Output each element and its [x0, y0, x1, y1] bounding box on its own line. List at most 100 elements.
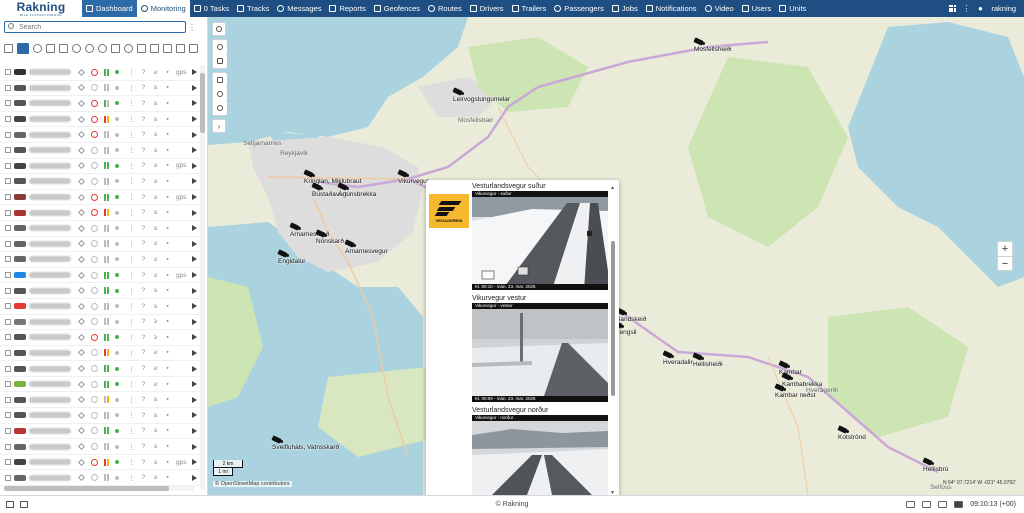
unit-info-icon[interactable]: ? [140, 396, 147, 403]
nav-geofence[interactable]: Geofences [370, 0, 424, 17]
unit-row[interactable]: ⋮? ≥ ▪ gps [0, 65, 200, 81]
unit-command-icon[interactable]: ≥ [152, 194, 159, 201]
unit-play-icon[interactable] [192, 147, 197, 154]
unit-checkbox[interactable] [5, 131, 11, 138]
unit-play-icon[interactable] [192, 131, 197, 138]
unit-state-icon[interactable] [77, 255, 86, 263]
refresh-icon[interactable] [33, 43, 42, 53]
unit-report-icon[interactable]: ▪ [164, 162, 171, 169]
unit-play-icon[interactable] [192, 100, 197, 107]
unit-command-icon[interactable]: ≥ [152, 256, 159, 263]
camera-marker[interactable]: Kotströnd [837, 425, 866, 441]
unit-report-icon[interactable]: ▪ [164, 303, 171, 310]
unit-row[interactable]: ⋮? ≥ ▪ [0, 112, 200, 128]
nav-check-circle[interactable]: 0 Tasks [190, 0, 233, 17]
state-icon[interactable] [72, 43, 81, 53]
unit-checkbox[interactable] [5, 240, 11, 247]
settings-icon[interactable] [189, 43, 198, 53]
unit-checkbox[interactable] [5, 427, 11, 434]
unit-report-icon[interactable]: ▪ [164, 412, 171, 419]
search-options-icon[interactable]: ⋮ [186, 23, 198, 32]
unit-checkbox[interactable] [5, 459, 11, 466]
unit-row[interactable]: ⋮? ≥ ▪ [0, 408, 200, 424]
unit-command-icon[interactable]: ≥ [152, 84, 159, 91]
camera-marker[interactable]: Hellisheiði [692, 352, 723, 368]
unit-state-icon[interactable] [77, 162, 86, 170]
unit-block-icon[interactable] [91, 302, 98, 310]
unit-info-icon[interactable]: ? [140, 365, 147, 372]
unit-list-horizontal-scrollbar[interactable] [4, 486, 194, 491]
unit-checkbox[interactable] [5, 303, 11, 310]
scroll-up-icon[interactable]: ▲ [610, 185, 615, 191]
unit-info-icon[interactable]: ? [140, 209, 147, 216]
unit-block-icon[interactable] [91, 146, 98, 154]
unit-report-icon[interactable]: ▪ [164, 69, 171, 76]
unit-report-icon[interactable]: ▪ [164, 84, 171, 91]
unit-checkbox[interactable] [5, 194, 11, 201]
unit-checkbox[interactable] [5, 443, 11, 450]
unit-block-icon[interactable] [91, 287, 98, 295]
route-tool-icon[interactable] [213, 87, 227, 101]
unit-info-icon[interactable]: ? [140, 412, 147, 419]
unit-checkbox[interactable] [5, 272, 11, 279]
unit-checkbox[interactable] [5, 116, 11, 123]
unit-report-icon[interactable]: ▪ [164, 240, 171, 247]
unit-row[interactable]: ⋮? ≥ ▪ gps [0, 268, 200, 284]
unit-row[interactable]: ⋮? ≥ ▪ [0, 361, 200, 377]
unit-info-icon[interactable]: ? [140, 318, 147, 325]
trailer-filter-icon[interactable] [163, 43, 172, 53]
unit-state-icon[interactable] [77, 333, 86, 341]
unit-checkbox[interactable] [5, 100, 11, 107]
unit-checkbox[interactable] [5, 178, 11, 185]
unit-block-icon[interactable] [91, 131, 98, 139]
unit-checkbox[interactable] [5, 209, 11, 216]
unit-info-icon[interactable]: ? [140, 162, 147, 169]
unit-state-icon[interactable] [77, 84, 86, 92]
unit-state-icon[interactable] [77, 365, 86, 373]
unit-command-icon[interactable]: ≥ [152, 287, 159, 294]
unit-block-icon[interactable] [91, 255, 98, 263]
unit-play-icon[interactable] [192, 459, 197, 466]
unit-checkbox[interactable] [5, 287, 11, 294]
nav-user[interactable]: Users [738, 0, 776, 17]
unit-command-icon[interactable]: ≥ [152, 396, 159, 403]
unit-block-icon[interactable] [91, 271, 98, 279]
zoom-in-button[interactable]: + [998, 242, 1012, 256]
expand-tools-chevron-icon[interactable]: › [212, 119, 226, 133]
unit-state-icon[interactable] [77, 68, 86, 76]
unit-report-icon[interactable]: ▪ [164, 396, 171, 403]
unit-row[interactable]: ⋮? ≥ ▪ [0, 205, 200, 221]
unit-state-icon[interactable] [77, 458, 86, 466]
unit-block-icon[interactable] [91, 209, 98, 217]
unit-info-icon[interactable]: ? [140, 303, 147, 310]
unit-command-icon[interactable]: ≥ [152, 147, 159, 154]
unit-info-icon[interactable]: ? [140, 349, 147, 356]
unit-report-icon[interactable]: ▪ [164, 194, 171, 201]
unit-row[interactable]: ⋮? ≥ ▪ [0, 81, 200, 97]
speed-icon[interactable] [124, 43, 133, 53]
unit-state-icon[interactable] [77, 427, 86, 435]
apps-grid-icon[interactable] [945, 0, 959, 17]
unit-command-icon[interactable]: ≥ [152, 303, 159, 310]
camera-marker[interactable]: Engidalur [277, 249, 305, 265]
unit-state-icon[interactable] [77, 99, 86, 108]
nav-route[interactable]: Routes [424, 0, 466, 17]
unit-report-icon[interactable]: ▪ [164, 474, 171, 481]
unit-checkbox[interactable] [5, 349, 11, 356]
nav-flag[interactable]: Tracks [233, 0, 273, 17]
unit-play-icon[interactable] [192, 272, 197, 279]
unit-play-icon[interactable] [192, 209, 197, 216]
unit-state-icon[interactable] [77, 177, 86, 185]
unit-report-icon[interactable]: ▪ [164, 334, 171, 341]
unit-play-icon[interactable] [192, 225, 197, 232]
unit-row[interactable]: ⋮? ≥ ▪ [0, 330, 200, 346]
unit-checkbox[interactable] [5, 256, 11, 263]
unit-row[interactable]: ⋮? ≥ ▪ [0, 174, 200, 190]
unit-block-icon[interactable] [91, 474, 98, 482]
unit-row[interactable]: ⋮? ≥ ▪ gps [0, 159, 200, 175]
unit-play-icon[interactable] [192, 194, 197, 201]
unit-block-icon[interactable] [91, 318, 98, 326]
unit-row[interactable]: ⋮? ≥ ▪ [0, 237, 200, 253]
camera-marker[interactable]: Nónskarð [315, 229, 344, 245]
unit-block-icon[interactable] [91, 333, 98, 341]
